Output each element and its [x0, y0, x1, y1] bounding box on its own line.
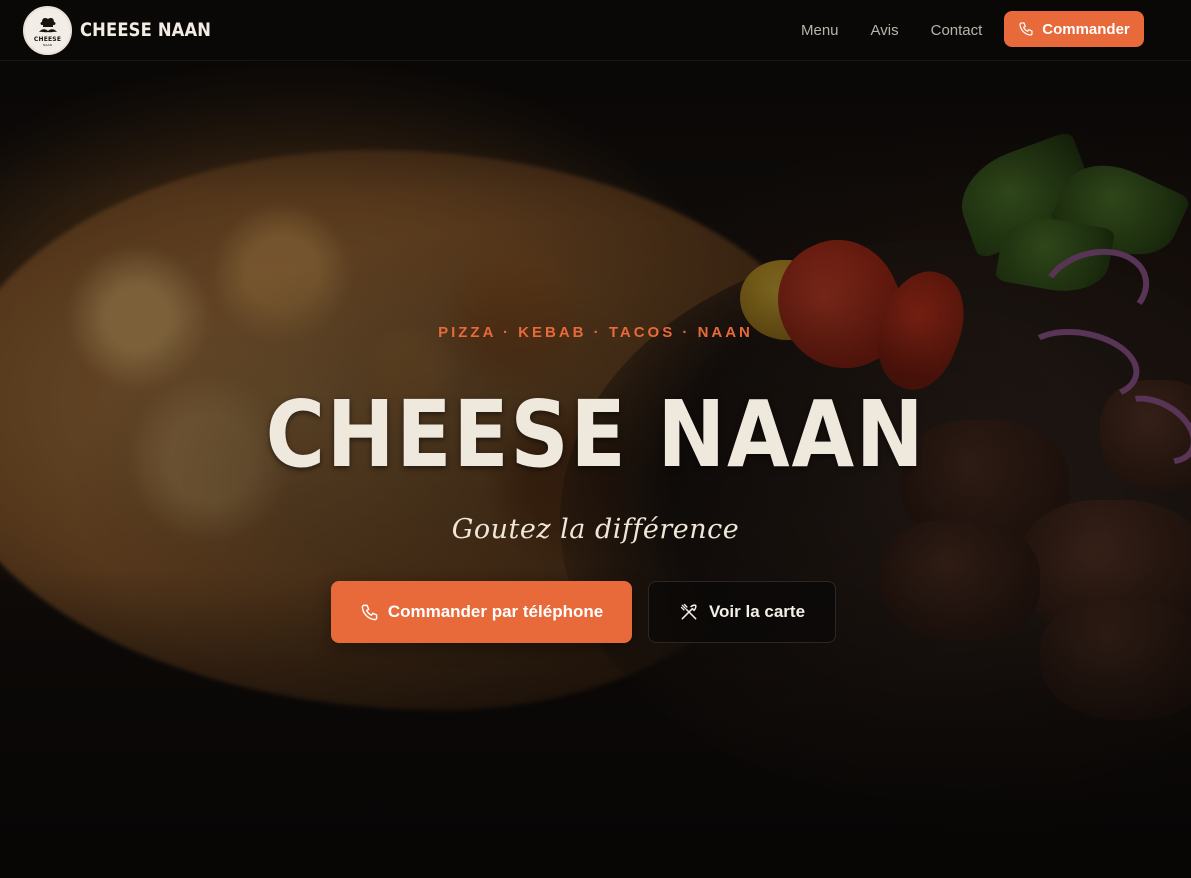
nav-link-avis[interactable]: Avis: [871, 22, 899, 39]
order-by-phone-label: Commander par téléphone: [387, 602, 604, 621]
nav-link-menu[interactable]: Menu: [801, 22, 839, 39]
nav-links: Menu Avis Contact: [801, 0, 1014, 61]
phone-icon: [361, 604, 378, 620]
brand-name: CHEESE NAAN: [80, 19, 212, 41]
nav-link-contact[interactable]: Contact: [931, 22, 983, 39]
top-navbar: CHEESE NAAN CHEESE NAAN Menu Avis Contac…: [0, 0, 1191, 61]
hero-section: PIZZA · KEBAB · TACOS · NAAN CHEESE NAAN…: [0, 0, 1191, 878]
phone-icon: [1019, 22, 1033, 36]
view-menu-label: Voir la carte: [708, 602, 806, 621]
utensils-crossed-icon: [680, 603, 697, 620]
order-by-phone-button[interactable]: Commander par téléphone: [331, 581, 632, 643]
commander-button-label: Commander: [1042, 20, 1130, 38]
logo: CHEESE NAAN: [23, 5, 72, 55]
logo-subtext: NAAN: [43, 43, 52, 47]
landing-page: CHEESE NAAN CHEESE NAAN Menu Avis Contac…: [0, 0, 1191, 878]
view-menu-button[interactable]: Voir la carte: [648, 581, 836, 643]
brand-home-link[interactable]: CHEESE NAAN CHEESE NAAN: [23, 5, 233, 55]
hero-title: CHEESE NAAN: [265, 381, 926, 488]
commander-button[interactable]: Commander: [1004, 11, 1144, 47]
hero-tagline: PIZZA · KEBAB · TACOS · NAAN: [438, 324, 753, 341]
chef-mustache-icon: [38, 18, 57, 33]
hero-subtitle: Goutez la différence: [451, 514, 740, 545]
